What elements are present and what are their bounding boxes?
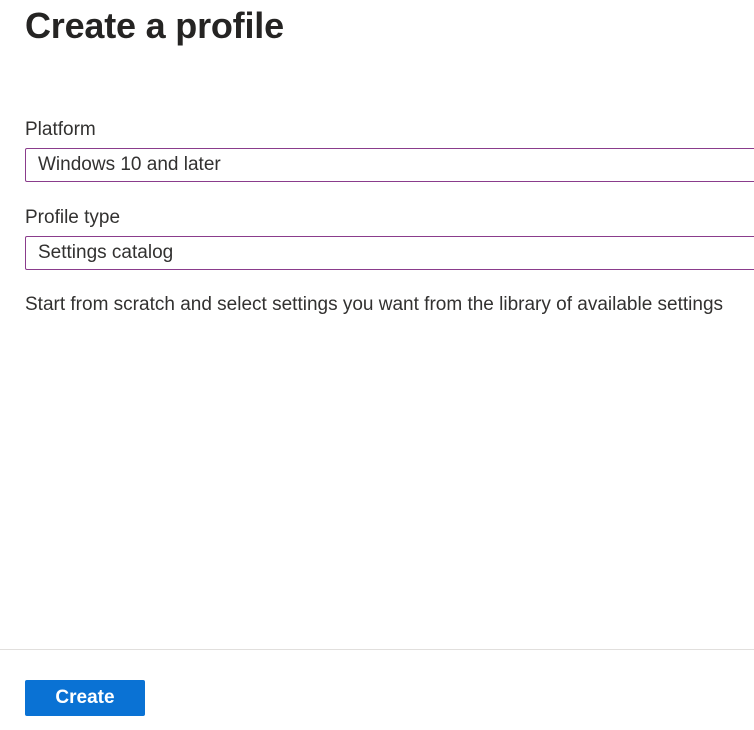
platform-selected-value: Windows 10 and later [38, 154, 221, 175]
profile-type-dropdown[interactable]: Settings catalog [25, 236, 754, 270]
profile-type-selected-value: Settings catalog [38, 242, 174, 263]
profile-type-label: Profile type [25, 207, 121, 228]
platform-dropdown[interactable]: Windows 10 and later [25, 148, 754, 182]
footer-divider [0, 649, 754, 650]
create-button[interactable]: Create [25, 680, 145, 716]
profile-type-description: Start from scratch and select settings y… [25, 294, 724, 315]
page-title: Create a profile [25, 5, 284, 46]
platform-label: Platform [25, 119, 96, 140]
